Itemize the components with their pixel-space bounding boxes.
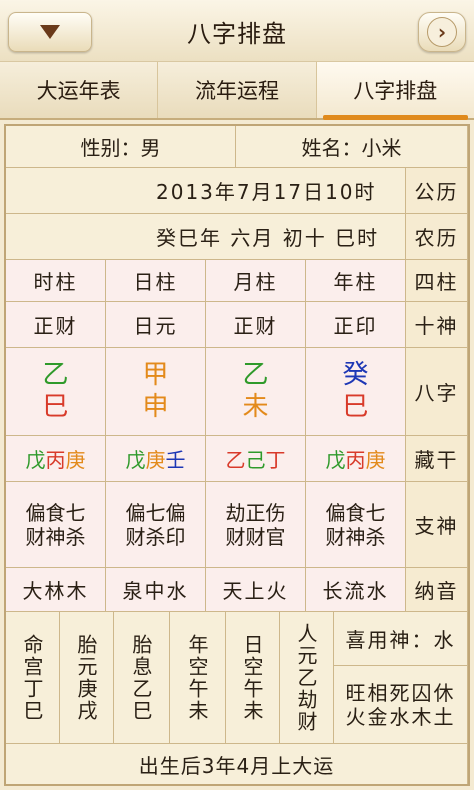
niankong-text: 年空午未 — [185, 633, 209, 722]
header-shizhu: 时柱 — [6, 260, 106, 302]
wangxiang-cell: 旺相死囚休 火金水木土 — [334, 666, 468, 744]
wangxiang-line2: 火金水木土 — [345, 704, 456, 729]
sizhu-label: 四柱 — [406, 260, 468, 302]
canggan-nian-1: 戊 — [325, 448, 346, 472]
bazi-shi-gan: 乙 — [42, 360, 69, 391]
canggan-ri-1: 戊 — [125, 448, 146, 472]
shishen-yue: 正财 — [206, 302, 306, 348]
minggong-cell: 命宫丁巳 — [6, 612, 60, 744]
zhishen-nian-l1: 偏食七 — [325, 500, 386, 525]
zhishen-nian: 偏食七 财神杀 — [306, 482, 406, 568]
gongli-value: 2013年7月17日10时 — [6, 168, 406, 214]
zhishen-ri-l2: 财杀印 — [125, 524, 186, 549]
bazi-nian-zhi: 巳 — [342, 391, 369, 422]
nayin-nian: 长流水 — [306, 568, 406, 612]
taiyuan-cell: 胎元庚戌 — [60, 612, 114, 744]
canggan-yue-3: 丁 — [265, 448, 286, 472]
header-rizhu: 日柱 — [106, 260, 206, 302]
next-button[interactable]: › — [418, 12, 466, 52]
bazi-nian-gan: 癸 — [342, 360, 369, 391]
bazi-col-yue: 乙 未 — [206, 348, 306, 436]
page-title: 八字排盘 — [187, 20, 287, 48]
bazi-yue-zhi: 未 — [242, 391, 269, 422]
top-bar: 八字排盘 › — [0, 0, 474, 62]
gender-text: 性别：男 — [6, 126, 236, 168]
canggan-yue: 乙己丁 — [206, 436, 306, 482]
renyuan-text: 人元乙劫财 — [294, 622, 318, 733]
nongli-label: 农历 — [406, 214, 468, 260]
header-nianzhu: 年柱 — [306, 260, 406, 302]
shishen-ri: 日元 — [106, 302, 206, 348]
bazi-board: 性别：男 姓名：小米 2013年7月17日10时 公历 癸巳年 六月 初十 巳时… — [4, 124, 470, 786]
bazi-col-shi: 乙 巳 — [6, 348, 106, 436]
tab-bar: 大运年表 流年运程 八字排盘 — [0, 62, 474, 120]
nayin-shi: 大林木 — [6, 568, 106, 612]
shishen-nian: 正印 — [306, 302, 406, 348]
canggan-shi-3: 庚 — [65, 448, 86, 472]
nayin-label: 纳音 — [406, 568, 468, 612]
bazi-label: 八字 — [406, 348, 468, 436]
canggan-shi: 戊丙庚 — [6, 436, 106, 482]
canggan-nian-3: 庚 — [365, 448, 386, 472]
canggan-ri-2: 庚 — [145, 448, 166, 472]
zhishen-ri: 偏七偏 财杀印 — [106, 482, 206, 568]
zhishen-ri-l1: 偏七偏 — [125, 500, 186, 525]
canggan-yue-1: 乙 — [225, 448, 246, 472]
bazi-yue-gan: 乙 — [242, 360, 269, 391]
zhishen-shi-l1: 偏食七 — [25, 500, 86, 525]
zhishen-nian-l2: 财神杀 — [325, 524, 386, 549]
bazi-ri-zhi: 申 — [142, 391, 169, 422]
bazi-ri-gan: 甲 — [142, 360, 169, 391]
taiyuan-text: 胎元庚戌 — [74, 633, 98, 722]
bazi-col-nian: 癸 巳 — [306, 348, 406, 436]
tab-bazi-paipan[interactable]: 八字排盘 — [315, 62, 474, 120]
bazi-col-ri: 甲 申 — [106, 348, 206, 436]
zhishen-label: 支神 — [406, 482, 468, 568]
rikong-cell: 日空午未 — [226, 612, 280, 744]
taixi-text: 胎息乙巳 — [129, 633, 153, 722]
rikong-text: 日空午未 — [240, 633, 264, 722]
taixi-cell: 胎息乙巳 — [114, 612, 170, 744]
gongli-label: 公历 — [406, 168, 468, 214]
chevron-right-icon: › — [427, 17, 457, 47]
name-text: 姓名：小米 — [236, 126, 468, 168]
tab-dayun-table[interactable]: 大运年表 — [0, 62, 157, 118]
tab-liunian[interactable]: 流年运程 — [157, 62, 315, 118]
renyuan-cell: 人元乙劫财 — [280, 612, 334, 744]
header-yuezhu: 月柱 — [206, 260, 306, 302]
minggong-text: 命宫丁巳 — [20, 633, 44, 722]
canggan-nian: 戊丙庚 — [306, 436, 406, 482]
zhishen-yue: 劫正伤 财财官 — [206, 482, 306, 568]
zhishen-yue-l2: 财财官 — [225, 524, 286, 549]
nongli-value: 癸巳年 六月 初十 巳时 — [6, 214, 406, 260]
wangxiang-line1: 旺相死囚休 — [345, 680, 456, 705]
canggan-shi-1: 戊 — [25, 448, 46, 472]
canggan-ri-3: 壬 — [165, 448, 186, 472]
niankong-cell: 年空午未 — [170, 612, 226, 744]
canggan-shi-2: 丙 — [45, 448, 66, 472]
zhishen-shi: 偏食七 财神杀 — [6, 482, 106, 568]
canggan-yue-2: 己 — [245, 448, 266, 472]
canggan-label: 藏干 — [406, 436, 468, 482]
canggan-nian-2: 丙 — [345, 448, 366, 472]
zhishen-yue-l1: 劫正伤 — [225, 500, 286, 525]
nayin-ri: 泉中水 — [106, 568, 206, 612]
xiyongshen-text: 喜用神：水 — [334, 612, 468, 666]
canggan-ri: 戊庚壬 — [106, 436, 206, 482]
dayun-footer: 出生后3年4月上大运 — [6, 744, 468, 784]
zhishen-shi-l2: 财神杀 — [25, 524, 86, 549]
shishen-shi: 正财 — [6, 302, 106, 348]
shishen-label: 十神 — [406, 302, 468, 348]
nayin-yue: 天上火 — [206, 568, 306, 612]
bazi-shi-zhi: 巳 — [42, 391, 69, 422]
